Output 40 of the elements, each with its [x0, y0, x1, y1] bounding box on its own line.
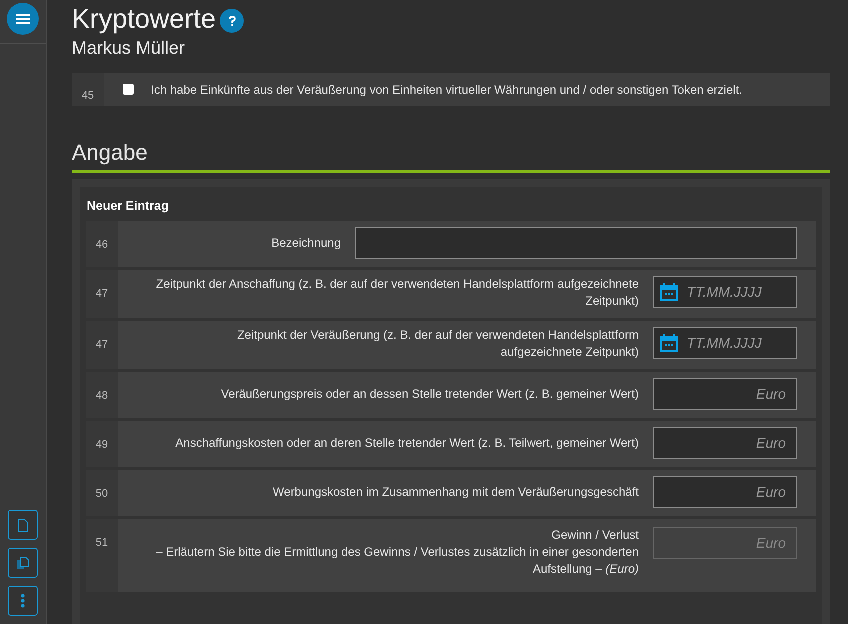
question-icon[interactable] [228, 16, 236, 26]
person-name: Markus Müller [72, 38, 186, 59]
calendar-icon[interactable] [659, 282, 679, 302]
entry-title: Neuer Eintrag [87, 199, 170, 213]
line-number: 48 [86, 372, 118, 418]
menu-icon[interactable] [16, 13, 30, 25]
line-number: 47 [86, 270, 118, 318]
amount-field[interactable]: Euro [653, 427, 797, 459]
help-button[interactable] [220, 9, 244, 33]
field-label: Gewinn / Verlust [550, 527, 639, 544]
date-field[interactable]: TT.MM.JJJJ [653, 327, 797, 359]
field-label: Anschaffungskosten oder an deren Stelle tretender Wert (z. B. Teilwert, gemeiner Wert) [174, 434, 639, 452]
line-number: 51 [86, 519, 118, 592]
field-label: Zeitpunkt der Veräußerung (z. B. der auf der verwendeten Handelsplattform aufgezeichnete Zeitpunkt) [236, 327, 639, 361]
menu-button[interactable] [7, 3, 39, 35]
calendar-icon[interactable] [659, 333, 679, 353]
copy-icon[interactable] [17, 556, 29, 570]
page-title: Kryptowerte [72, 4, 216, 34]
field-label: Werbungskosten im Zusammenhang mit dem Veräußerungsgeschäft [272, 484, 639, 500]
document-icon[interactable] [18, 518, 28, 532]
line-number: 50 [86, 470, 118, 516]
field-note: – Erläutern Sie bitte die Ermittlung des Gewinns / Verlustes zusätzlich in einer gesonderten Aufstellung – (Euro) [155, 544, 639, 578]
checkbox-label: Ich habe Einkünfte aus der Veräußerung von Einheiten virtueller Währungen und / oder sonstigen Token erzielt. [151, 82, 742, 99]
checkbox[interactable] [123, 84, 134, 95]
line-number: 45 [72, 73, 104, 106]
amount-field[interactable]: Euro [653, 378, 797, 410]
text-field[interactable] [355, 227, 797, 259]
new-document-button[interactable] [8, 510, 38, 540]
line-number: 46 [86, 221, 118, 267]
field-label: Zeitpunkt der Anschaffung (z. B. der auf der verwendeten Handelsplattform aufgezeichnete Zeitpunkt) [155, 276, 639, 310]
copy-button[interactable] [8, 548, 38, 578]
more-icon[interactable] [21, 594, 25, 608]
section-heading: Angabe [72, 140, 830, 173]
line-number: 49 [86, 421, 118, 467]
field-label: Veräußerungspreis oder an dessen Stelle tretender Wert (z. B. gemeiner Wert) [220, 386, 639, 402]
field-label: Bezeichnung [270, 234, 341, 252]
date-field[interactable]: TT.MM.JJJJ [653, 276, 797, 308]
more-button[interactable] [8, 586, 38, 616]
line-number: 47 [86, 321, 118, 369]
amount-field[interactable]: Euro [653, 476, 797, 508]
